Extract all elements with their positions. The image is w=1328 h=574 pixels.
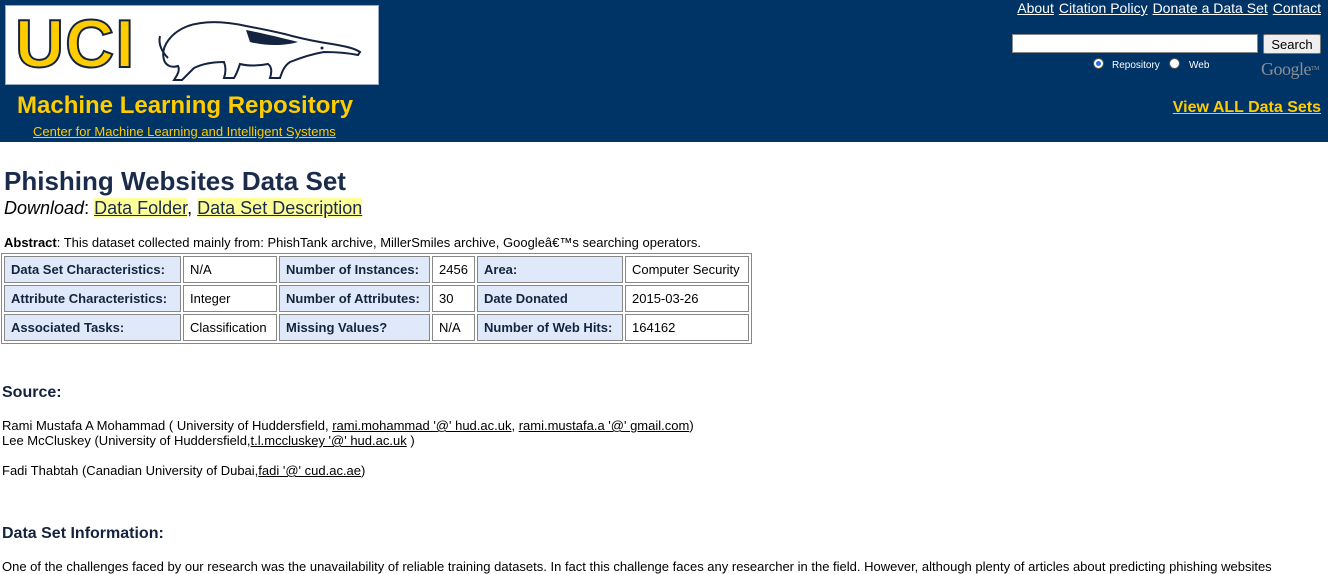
web-radio[interactable] bbox=[1169, 58, 1180, 69]
table-cell: 164162 bbox=[625, 314, 749, 341]
dataset-info-heading: Data Set Information: bbox=[2, 525, 164, 542]
source-line-1: Rami Mustafa A Mohammad ( University of … bbox=[2, 418, 694, 433]
download-label: Download bbox=[4, 198, 85, 218]
source-heading: Source: bbox=[2, 384, 62, 401]
uci-logo[interactable]: UCI bbox=[5, 5, 379, 85]
table-cell: 30 bbox=[432, 285, 475, 312]
citation-policy-link[interactable]: Citation Policy bbox=[1059, 0, 1148, 16]
repository-radio[interactable] bbox=[1093, 58, 1104, 69]
repo-title: Machine Learning Repository bbox=[17, 92, 354, 119]
table-header-cell: Attribute Characteristics: bbox=[4, 285, 181, 312]
repository-radio-label: Repository bbox=[1112, 60, 1160, 71]
abstract-text: : This dataset collected mainly from: Ph… bbox=[56, 235, 702, 250]
table-row: Data Set Characteristics: N/A Number of … bbox=[4, 256, 749, 283]
abstract-label: Abstract bbox=[4, 235, 57, 250]
data-set-description-link[interactable]: Data Set Description bbox=[197, 198, 363, 218]
table-cell: Integer bbox=[183, 285, 277, 312]
about-link[interactable]: About bbox=[1017, 0, 1054, 16]
page-title: Phishing Websites Data Set bbox=[4, 166, 346, 196]
email-link[interactable]: t.l.mccluskey '@' hud.ac.uk bbox=[251, 433, 407, 448]
table-cell: Computer Security bbox=[625, 256, 749, 283]
table-cell: 2015-03-26 bbox=[625, 285, 749, 312]
donate-link[interactable]: Donate a Data Set bbox=[1153, 0, 1268, 16]
table-header-cell: Data Set Characteristics: bbox=[4, 256, 181, 283]
table-cell: Classification bbox=[183, 314, 277, 341]
data-folder-link[interactable]: Data Folder bbox=[94, 198, 188, 218]
google-logo: GoogleTM bbox=[1261, 59, 1320, 79]
characteristics-table: Data Set Characteristics: N/A Number of … bbox=[1, 253, 752, 344]
email-link[interactable]: fadi '@' cud.ac.ae bbox=[258, 463, 361, 478]
table-header-cell: Number of Web Hits: bbox=[477, 314, 623, 341]
uci-logo-text: UCI bbox=[14, 6, 136, 82]
search-button[interactable]: Search bbox=[1263, 34, 1321, 54]
table-cell: N/A bbox=[183, 256, 277, 283]
table-header-cell: Date Donated bbox=[477, 285, 623, 312]
table-header-cell: Associated Tasks: bbox=[4, 314, 181, 341]
table-header-cell: Number of Attributes: bbox=[279, 285, 430, 312]
search-input[interactable] bbox=[1012, 34, 1258, 53]
cml-link[interactable]: Center for Machine Learning and Intellig… bbox=[33, 124, 336, 139]
table-row: Attribute Characteristics: Integer Numbe… bbox=[4, 285, 749, 312]
view-all-datasets-link[interactable]: View ALL Data Sets bbox=[1173, 99, 1321, 117]
source-line-3: Fadi Thabtah (Canadian University of Dub… bbox=[2, 463, 366, 478]
site-header: UCI Machine Learning Repository Center f… bbox=[0, 0, 1328, 142]
table-header-cell: Area: bbox=[477, 256, 623, 283]
table-cell: N/A bbox=[432, 314, 475, 341]
top-nav: About Citation Policy Donate a Data Set Con… bbox=[1012, 0, 1321, 16]
anteater-icon bbox=[158, 21, 362, 81]
web-radio-label: Web bbox=[1189, 60, 1210, 71]
email-link[interactable]: rami.mustafa.a '@' gmail.com bbox=[519, 418, 690, 433]
source-line-2: Lee McCluskey (University of Huddersfiel… bbox=[2, 433, 415, 448]
contact-link[interactable]: Contact bbox=[1273, 0, 1321, 16]
table-header-cell: Missing Values? bbox=[279, 314, 430, 341]
table-row: Associated Tasks: Classification Missing… bbox=[4, 314, 749, 341]
table-cell: 2456 bbox=[432, 256, 475, 283]
table-header-cell: Number of Instances: bbox=[279, 256, 430, 283]
download-line: Download: Data Folder, Data Set Descript… bbox=[4, 198, 363, 218]
email-link[interactable]: rami.mohammad '@' hud.ac.uk bbox=[332, 418, 511, 433]
abstract: Abstract: This dataset collected mainly … bbox=[4, 235, 701, 250]
